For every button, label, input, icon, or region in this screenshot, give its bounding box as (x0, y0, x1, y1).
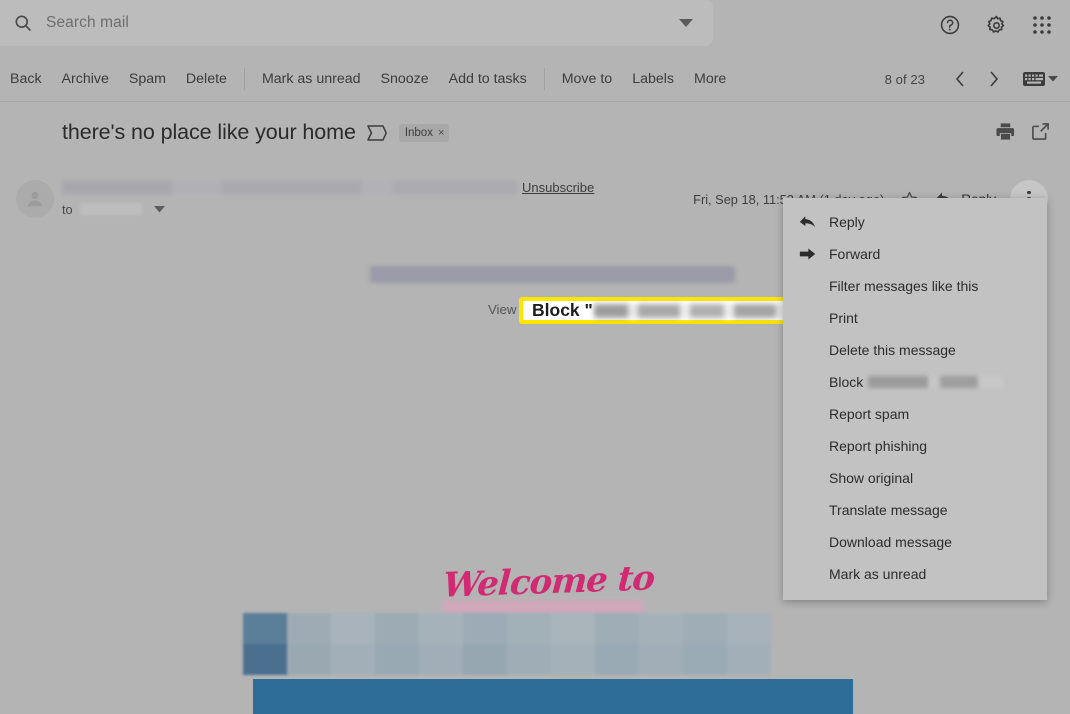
toolbar-button-snooze[interactable]: Snooze (371, 56, 439, 102)
toolbar-button-spam[interactable]: Spam (119, 56, 176, 102)
menu-item-label: Report spam (829, 406, 910, 422)
menu-item-mark-as-unread[interactable]: Mark as unread (783, 558, 1047, 590)
menu-item-forward[interactable]: Forward (783, 238, 1047, 270)
keyboard-icon[interactable] (1023, 72, 1058, 86)
menu-item-report-phishing[interactable]: Report phishing (783, 430, 1047, 462)
view-in-browser-link[interactable]: View (488, 302, 516, 317)
label-chip-inbox[interactable]: Inbox × (398, 123, 450, 142)
recipient-redacted (79, 203, 142, 215)
menu-item-label: Block (829, 374, 864, 390)
menu-item-filter-messages-like-this[interactable]: Filter messages like this (783, 270, 1047, 302)
recipient-row[interactable]: to (62, 200, 165, 218)
page-title: there's no place like your home (62, 120, 356, 144)
toolbar-button-add-to-tasks[interactable]: Add to tasks (439, 56, 537, 102)
callout-prefix: Block " (532, 300, 593, 320)
toolbar-button-delete[interactable]: Delete (176, 56, 237, 102)
welcome-script-text: Welcome to (441, 558, 656, 606)
toolbar-divider (543, 68, 545, 90)
gear-icon[interactable] (976, 5, 1016, 45)
search-bar[interactable]: Search mail (0, 0, 713, 46)
menu-item-block-sender[interactable]: Block (783, 366, 1047, 398)
menu-item-label: Reply (829, 214, 865, 230)
sender-address-redacted (62, 181, 517, 194)
menu-item-label: Report phishing (829, 438, 928, 454)
promo-banner-blue: OPEN YOUR DOOR & Explore Home Fragrances… (253, 679, 853, 714)
label-chip-text: Inbox (404, 126, 433, 139)
callout-sender-redacted (593, 303, 787, 318)
search-header: Search mail (0, 0, 1070, 50)
menu-item-delete-this-message[interactable]: Delete this message (783, 334, 1047, 366)
menu-item-label: Download message (829, 534, 952, 550)
message-top-actions (996, 122, 1050, 146)
toolbar-divider-line (0, 101, 1070, 102)
message-count: 8 of 23 (884, 71, 925, 87)
search-icon[interactable] (0, 0, 46, 46)
avatar (16, 180, 54, 218)
toolbar-divider (243, 68, 245, 90)
to-label: to (62, 201, 73, 217)
menu-item-label: Show original (829, 470, 914, 486)
menu-item-print[interactable]: Print (783, 302, 1047, 334)
search-input[interactable]: Search mail (46, 14, 659, 32)
print-icon[interactable] (996, 122, 1015, 146)
toolbar-button-mark-as-unread[interactable]: Mark as unread (252, 56, 371, 102)
message-more-menu: Reply Forward Filter messages like this … (783, 198, 1047, 600)
message-action-toolbar: Back Archive Spam Delete Mark as unread … (0, 56, 1070, 102)
menu-item-label: Delete this message (829, 342, 956, 358)
chevron-left-icon[interactable] (943, 62, 977, 96)
help-icon[interactable] (930, 5, 970, 45)
toolbar-button-labels[interactable]: Labels (622, 56, 684, 102)
menu-item-report-spam[interactable]: Report spam (783, 398, 1047, 430)
menu-item-label: Filter messages like this (829, 278, 979, 294)
body-text-redacted (370, 266, 735, 283)
menu-item-show-original[interactable]: Show original (783, 462, 1047, 494)
close-icon[interactable]: × (438, 127, 444, 139)
subject-row: there's no place like your home Inbox × (62, 120, 450, 145)
menu-item-label: Mark as unread (829, 566, 927, 582)
unsubscribe-link[interactable]: Unsubscribe (522, 180, 594, 195)
menu-item-translate-message[interactable]: Translate message (783, 494, 1047, 526)
welcome-script-underlay (443, 600, 643, 614)
promotions-tag-icon (367, 124, 387, 141)
person-avatar-icon (28, 192, 42, 207)
apps-grid-icon[interactable] (1022, 5, 1062, 45)
menu-item-download-message[interactable]: Download message (783, 526, 1047, 558)
gmail-message-view: Search mail Back Archive Spam Delete Mar… (0, 0, 1070, 714)
pagination-controls: 8 of 23 (885, 56, 1062, 102)
toolbar-button-archive[interactable]: Archive (52, 56, 119, 102)
open-in-new-window-icon[interactable] (1031, 122, 1050, 146)
toolbar-button-move-to[interactable]: Move to (552, 56, 622, 102)
menu-item-label: Translate message (829, 502, 948, 518)
reply-arrow-icon (799, 215, 829, 229)
menu-item-reply[interactable]: Reply (783, 206, 1047, 238)
chevron-down-icon[interactable] (659, 0, 713, 46)
menu-item-sender-redacted (868, 376, 1004, 388)
menu-item-label: Forward (829, 246, 881, 262)
chevron-down-icon[interactable] (153, 200, 165, 218)
header-icon-group (930, 0, 1062, 50)
menu-item-label: Print (829, 310, 858, 326)
toolbar-button-back[interactable]: Back (0, 56, 52, 102)
toolbar-button-more[interactable]: More (684, 56, 736, 102)
forward-arrow-icon (799, 247, 829, 261)
chevron-right-icon[interactable] (977, 62, 1011, 96)
hero-image-pixelated (243, 613, 771, 675)
chevron-down-icon (1048, 76, 1058, 82)
callout-block-sender: Block " " (519, 297, 800, 324)
